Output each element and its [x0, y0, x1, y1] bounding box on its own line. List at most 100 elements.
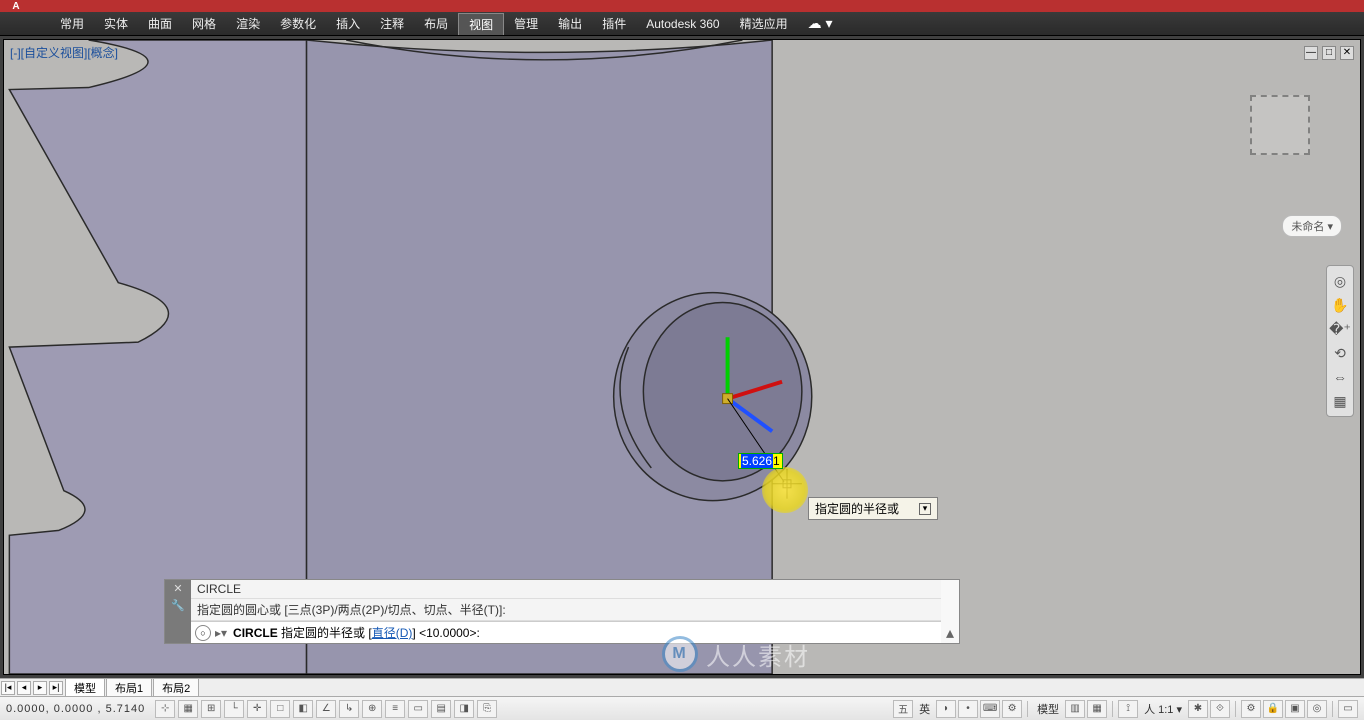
viewcube-cube-icon[interactable] — [1250, 95, 1310, 155]
ribbon-cloud-icon[interactable]: ☁ ▾ — [808, 15, 833, 32]
viewport-label[interactable]: [-][自定义视图][概念] — [10, 44, 118, 61]
tooltip-options-icon[interactable]: ▾ — [919, 503, 931, 515]
command-input-line[interactable]: ○ ▸▾ CIRCLE 指定圆的半径或 [直径(D)] <10.0000>: — [191, 621, 941, 643]
status-osnap-icon[interactable]: □ — [270, 700, 290, 718]
status-ime-punct-icon[interactable]: • — [958, 700, 978, 718]
status-coordinates: 0.0000, 0.0000 , 5.7140 — [6, 703, 145, 715]
cursor-highlight — [762, 467, 808, 513]
tab-nav-first-icon[interactable]: |◂ — [1, 681, 15, 695]
viewport-minimize-icon[interactable]: — — [1304, 46, 1318, 60]
status-3dosnap-icon[interactable]: ◧ — [293, 700, 313, 718]
status-am-icon[interactable]: ⎘ — [477, 700, 497, 718]
command-history-line-2: 指定圆的圆心或 [三点(3P)/两点(2P)/切点、切点、半径(T)]: — [191, 599, 941, 621]
command-tooltip: 指定圆的半径或 ▾ — [808, 497, 938, 520]
status-ime-pad-icon[interactable]: ⌨ — [980, 700, 1000, 718]
command-line-panel: ✕ 🔧 CIRCLE 指定圆的圆心或 [三点(3P)/两点(2P)/切点、切点、… — [164, 579, 960, 644]
dynamic-input-rest: 1 — [773, 454, 780, 468]
nav-zoom-icon[interactable]: �⁺ — [1329, 318, 1351, 340]
status-cleanscreen-icon[interactable]: ▭ — [1338, 700, 1358, 718]
ribbon-tab-view[interactable]: 视图 — [458, 13, 504, 35]
status-tpy-icon[interactable]: ▭ — [408, 700, 428, 718]
watermark-logo-icon: M — [662, 636, 698, 672]
tooltip-text: 指定圆的半径或 — [815, 500, 899, 517]
command-settings-icon[interactable]: 🔧 — [171, 599, 185, 612]
tab-nav-last-icon[interactable]: ▸| — [49, 681, 63, 695]
status-workspace-icon[interactable]: ⚙ — [1241, 700, 1261, 718]
status-ducs-icon[interactable]: ↳ — [339, 700, 359, 718]
status-qp-icon[interactable]: ▤ — [431, 700, 451, 718]
status-ortho-icon[interactable]: └ — [224, 700, 244, 718]
status-ime-shape-icon[interactable]: ◗ — [936, 700, 956, 718]
ribbon-tab-insert[interactable]: 插入 — [326, 13, 370, 34]
status-dyn-icon[interactable]: ⊕ — [362, 700, 382, 718]
layout-tab-layout1[interactable]: 布局1 — [106, 678, 152, 697]
status-isolate-icon[interactable]: ◎ — [1307, 700, 1327, 718]
command-option-diameter[interactable]: 直径(D) — [372, 626, 413, 640]
ribbon-tab-annotate[interactable]: 注释 — [370, 13, 414, 34]
status-model-space[interactable]: 模型 — [1033, 701, 1063, 717]
nav-pan-icon[interactable]: ✋ — [1329, 294, 1351, 316]
status-quickview-drawings-icon[interactable]: ▦ — [1087, 700, 1107, 718]
viewport-window-controls: — □ ✕ — [1304, 46, 1354, 60]
ribbon-tab-output[interactable]: 输出 — [548, 13, 592, 34]
nav-orbit-icon[interactable]: ⟲ — [1329, 342, 1351, 364]
ribbon-tab-autodesk360[interactable]: Autodesk 360 — [636, 15, 729, 33]
status-bar: 0.0000, 0.0000 , 5.7140 ⊹ ▦ ⊞ └ ✛ □ ◧ ∠ … — [0, 696, 1364, 720]
ribbon-tab-layout[interactable]: 布局 — [414, 13, 458, 34]
status-annoauto-icon[interactable]: ⟐ — [1210, 700, 1230, 718]
command-arrow-icon: ▸▾ — [215, 626, 227, 640]
watermark: M 人人素材 — [662, 636, 810, 672]
command-circle-icon: ○ — [195, 625, 211, 641]
command-collapse-icon[interactable]: ▴ — [941, 580, 959, 643]
nav-more-icon[interactable]: ▦ — [1329, 390, 1351, 412]
status-ime-indicator[interactable]: 五 — [893, 700, 913, 718]
status-quickview-layouts-icon[interactable]: ▥ — [1065, 700, 1085, 718]
viewport-close-icon[interactable]: ✕ — [1340, 46, 1354, 60]
status-otrack-icon[interactable]: ∠ — [316, 700, 336, 718]
title-bar: A — [0, 0, 1364, 12]
ribbon-tab-solid[interactable]: 实体 — [94, 13, 138, 34]
ribbon-tab-mesh[interactable]: 网格 — [182, 13, 226, 34]
viewport-container: [-][自定义视图][概念] — □ ✕ 未命名 ▾ ◎ ✋ �⁺ ⟲ ⇔ ▦ … — [0, 36, 1364, 678]
status-infermode-icon[interactable]: ⊹ — [155, 700, 175, 718]
watermark-text: 人人素材 — [706, 637, 810, 672]
status-polar-icon[interactable]: ✛ — [247, 700, 267, 718]
viewcube[interactable] — [1235, 95, 1325, 205]
status-annoscale-icon[interactable]: ⟟ — [1118, 700, 1138, 718]
command-prompt-text: CIRCLE 指定圆的半径或 [直径(D)] <10.0000>: — [233, 624, 480, 641]
command-close-icon[interactable]: ✕ — [173, 582, 182, 595]
ribbon-tab-manage[interactable]: 管理 — [504, 13, 548, 34]
ribbon-tab-home[interactable]: 常用 — [50, 13, 94, 34]
status-grid-icon[interactable]: ⊞ — [201, 700, 221, 718]
status-lock-icon[interactable]: 🔒 — [1263, 700, 1283, 718]
app-icon[interactable]: A — [0, 0, 32, 12]
status-lwt-icon[interactable]: ≡ — [385, 700, 405, 718]
nav-showmotion-icon[interactable]: ⇔ — [1329, 366, 1351, 388]
ribbon-tabs: 常用 实体 曲面 网格 渲染 参数化 插入 注释 布局 视图 管理 输出 插件 … — [0, 12, 1364, 36]
ribbon-tab-plugins[interactable]: 插件 — [592, 13, 636, 34]
status-scale[interactable]: 人 1:1 ▾ — [1140, 701, 1186, 717]
ribbon-tab-surface[interactable]: 曲面 — [138, 13, 182, 34]
status-hardware-icon[interactable]: ▣ — [1285, 700, 1305, 718]
status-ime-settings-icon[interactable]: ⚙ — [1002, 700, 1022, 718]
layout-tabs-bar: |◂ ◂ ▸ ▸| 模型 布局1 布局2 — [0, 678, 1364, 696]
status-ime-lang[interactable]: 英 — [915, 701, 934, 717]
ribbon-tab-parametric[interactable]: 参数化 — [270, 13, 326, 34]
viewport-maximize-icon[interactable]: □ — [1322, 46, 1336, 60]
tab-nav-prev-icon[interactable]: ◂ — [17, 681, 31, 695]
dynamic-input[interactable]: 5.6261 — [738, 453, 783, 469]
status-snap-icon[interactable]: ▦ — [178, 700, 198, 718]
nav-wheel-icon[interactable]: ◎ — [1329, 270, 1351, 292]
dynamic-input-selected: 5.626 — [741, 454, 773, 468]
command-history-line-1: CIRCLE — [191, 580, 941, 599]
layout-tab-layout2[interactable]: 布局2 — [153, 678, 199, 697]
command-panel-handle[interactable]: ✕ 🔧 — [165, 580, 191, 643]
layout-tab-model[interactable]: 模型 — [65, 678, 105, 697]
status-sc-icon[interactable]: ◨ — [454, 700, 474, 718]
ribbon-tab-featured[interactable]: 精选应用 — [730, 13, 798, 34]
ribbon-tab-render[interactable]: 渲染 — [226, 13, 270, 34]
viewport[interactable]: [-][自定义视图][概念] — □ ✕ 未命名 ▾ ◎ ✋ �⁺ ⟲ ⇔ ▦ … — [3, 39, 1361, 675]
status-annovis-icon[interactable]: ✱ — [1188, 700, 1208, 718]
ucs-name-pill[interactable]: 未命名 ▾ — [1282, 215, 1342, 237]
tab-nav-next-icon[interactable]: ▸ — [33, 681, 47, 695]
